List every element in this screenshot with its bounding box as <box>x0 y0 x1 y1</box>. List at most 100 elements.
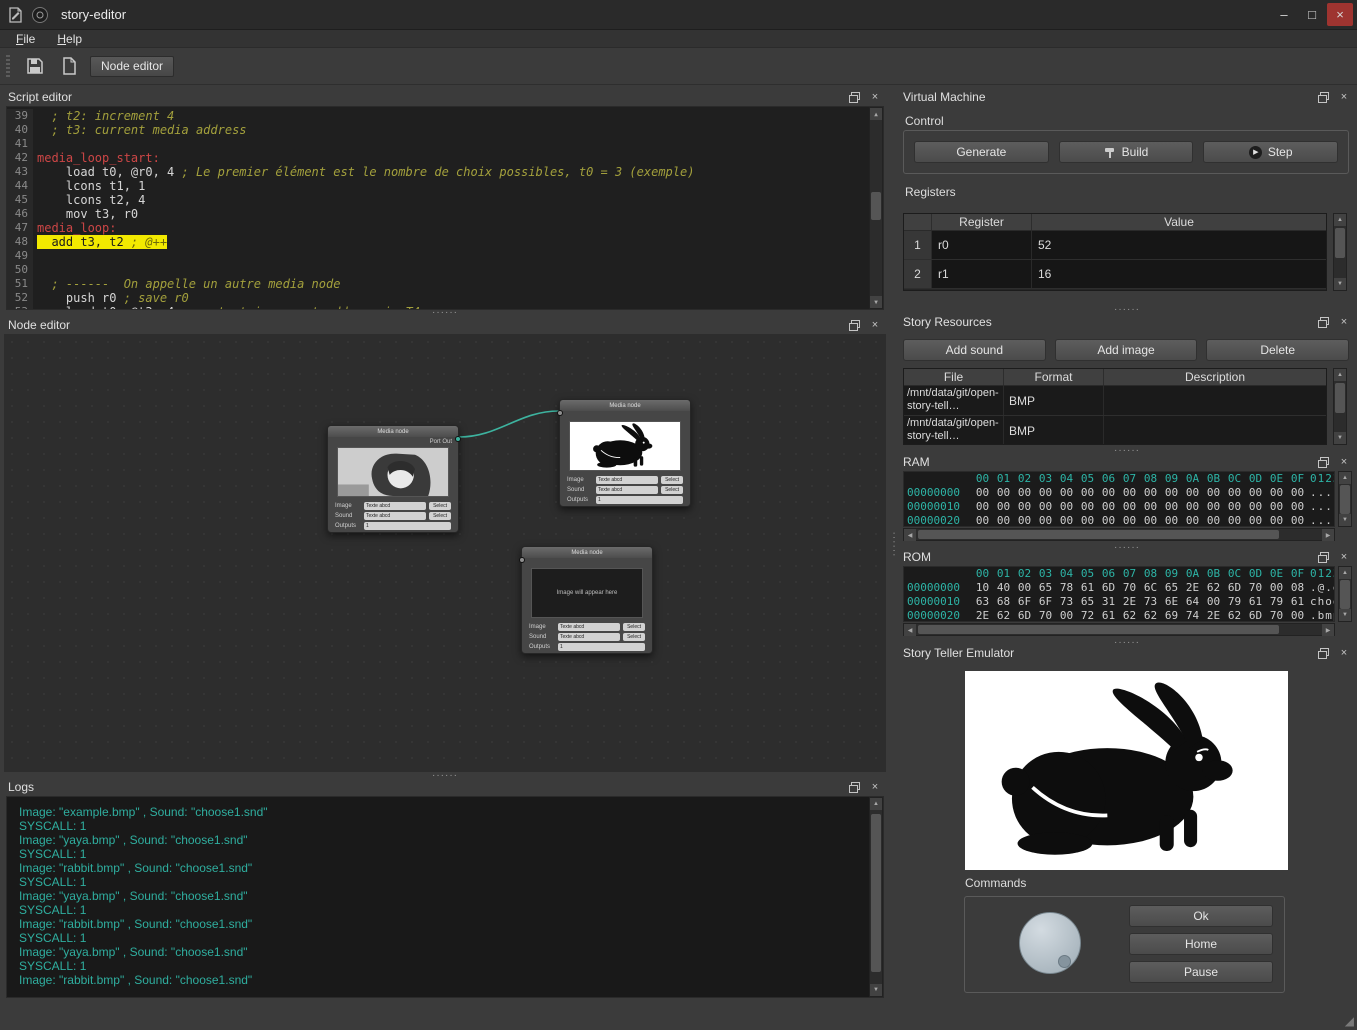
hex-byte[interactable]: 00 <box>974 500 991 514</box>
hex-byte[interactable]: 00 <box>1163 514 1180 527</box>
scroll-down-button[interactable]: ▼ <box>870 296 882 308</box>
close-dock-button[interactable]: × <box>1337 550 1351 564</box>
property-select-button[interactable]: Select <box>661 486 683 494</box>
hex-byte[interactable]: 00 <box>1058 609 1075 622</box>
delete-button[interactable]: Delete <box>1206 339 1349 361</box>
hex-byte[interactable]: 79 <box>1226 595 1243 609</box>
hex-byte[interactable]: 00 <box>1121 514 1138 527</box>
hex-byte[interactable]: 00 <box>1289 609 1306 622</box>
input-port[interactable] <box>519 557 525 563</box>
hex-byte[interactable]: 00 <box>995 514 1012 527</box>
rom-dock-titlebar[interactable]: ROM × <box>897 548 1357 566</box>
hex-byte[interactable]: 00 <box>1163 500 1180 514</box>
property-field[interactable]: Texte abcd <box>364 502 426 510</box>
hex-byte[interactable]: 00 <box>1226 514 1243 527</box>
hex-byte[interactable]: 00 <box>1289 514 1306 527</box>
hex-byte[interactable]: 40 <box>995 581 1012 595</box>
node-titlebar[interactable]: Media node <box>522 547 652 558</box>
scroll-right-button[interactable]: ▶ <box>1322 529 1334 541</box>
hex-byte[interactable]: 00 <box>1226 500 1243 514</box>
file-column-header[interactable]: File <box>904 369 1004 385</box>
rom-vertical-scrollbar[interactable]: ▲ ▼ <box>1338 566 1352 622</box>
hex-byte[interactable]: 6C <box>1142 581 1159 595</box>
hex-byte[interactable]: 00 <box>1100 514 1117 527</box>
description-column-header[interactable]: Description <box>1104 369 1326 385</box>
hex-byte[interactable]: 62 <box>1142 609 1159 622</box>
float-dock-button[interactable] <box>1315 646 1329 660</box>
add-image-button[interactable]: Add image <box>1055 339 1198 361</box>
hex-byte[interactable]: 00 <box>1268 581 1285 595</box>
rom-horizontal-scrollbar[interactable]: ◀ ▶ <box>903 623 1335 636</box>
property-select-button[interactable]: Select <box>429 502 451 510</box>
script-code-editor[interactable]: 39 ; t2: increment 4 40 ; t3: current me… <box>6 106 884 310</box>
hex-byte[interactable]: 6D <box>1016 609 1033 622</box>
hex-byte[interactable]: 00 <box>1121 500 1138 514</box>
hex-byte[interactable]: 00 <box>1205 486 1222 500</box>
hex-byte[interactable]: 00 <box>1289 486 1306 500</box>
property-select-button[interactable]: Select <box>623 623 645 631</box>
close-dock-button[interactable]: × <box>1337 90 1351 104</box>
hex-byte[interactable]: 73 <box>1142 595 1159 609</box>
hex-byte[interactable]: 64 <box>1184 595 1201 609</box>
property-field[interactable]: 1 <box>558 643 645 651</box>
scroll-left-button[interactable]: ◀ <box>904 529 916 541</box>
hex-byte[interactable]: 68 <box>995 595 1012 609</box>
hex-byte[interactable]: 6D <box>1100 581 1117 595</box>
home-button[interactable]: Home <box>1129 933 1273 955</box>
hex-byte[interactable]: 00 <box>1100 500 1117 514</box>
close-dock-button[interactable]: × <box>868 90 882 104</box>
value-column-header[interactable]: Value <box>1032 214 1326 230</box>
hex-byte[interactable]: 2E <box>1205 609 1222 622</box>
close-dock-button[interactable]: × <box>1337 455 1351 469</box>
hex-byte[interactable]: 00 <box>1163 486 1180 500</box>
scroll-up-button[interactable]: ▲ <box>870 108 882 120</box>
logs-vertical-scrollbar[interactable]: ▲ ▼ <box>869 797 883 997</box>
scroll-up-button[interactable]: ▲ <box>1339 567 1351 579</box>
ok-button[interactable]: Ok <box>1129 905 1273 927</box>
hex-byte[interactable]: 78 <box>1058 581 1075 595</box>
scrollbar-thumb[interactable] <box>918 530 1279 539</box>
resource-row[interactable]: /mnt/data/git/open-story-tell… BMP <box>904 416 1326 445</box>
ram-hex-view[interactable]: 000102030405060708090A0B0C0D0E0F01234567… <box>903 471 1335 527</box>
float-dock-button[interactable] <box>846 318 860 332</box>
rom-hex-view[interactable]: 000102030405060708090A0B0C0D0E0F01234567… <box>903 566 1335 622</box>
registers-scrollbar[interactable]: ▲ ▼ <box>1333 213 1347 291</box>
ram-dock-titlebar[interactable]: RAM × <box>897 453 1357 471</box>
hex-byte[interactable]: 10 <box>974 581 991 595</box>
scroll-up-button[interactable]: ▲ <box>1334 214 1346 226</box>
editor-vertical-scrollbar[interactable]: ▲ ▼ <box>869 107 883 309</box>
hex-byte[interactable]: 2E <box>1184 581 1201 595</box>
scrollbar-thumb[interactable] <box>1335 228 1345 258</box>
generate-button[interactable]: Generate <box>914 141 1049 163</box>
hex-byte[interactable]: 65 <box>1079 595 1096 609</box>
hex-byte[interactable]: 00 <box>1121 486 1138 500</box>
scrollbar-thumb[interactable] <box>918 625 1279 634</box>
hex-byte[interactable]: 00 <box>1079 486 1096 500</box>
export-script-button[interactable] <box>56 53 82 79</box>
register-column-header[interactable]: Register <box>932 214 1032 230</box>
logs-dock-titlebar[interactable]: Logs × <box>2 778 888 796</box>
hex-byte[interactable]: 65 <box>1163 581 1180 595</box>
scroll-left-button[interactable]: ◀ <box>904 624 916 636</box>
node-graph-canvas[interactable]: Media node Port Out Image Texte abcd Sel… <box>4 334 886 772</box>
scrollbar-thumb[interactable] <box>871 814 881 972</box>
node-editor-dock-titlebar[interactable]: Node editor × <box>2 316 888 334</box>
hex-byte[interactable]: 70 <box>1268 609 1285 622</box>
hex-byte[interactable]: 00 <box>1016 500 1033 514</box>
hex-byte[interactable]: 6D <box>1247 609 1264 622</box>
hex-byte[interactable]: 00 <box>1268 486 1285 500</box>
property-field[interactable]: Texte abcd <box>558 633 620 641</box>
hex-byte[interactable]: 61 <box>1289 595 1306 609</box>
float-dock-button[interactable] <box>1315 455 1329 469</box>
node-titlebar[interactable]: Media node <box>328 426 458 437</box>
scrollbar-thumb[interactable] <box>1335 383 1345 413</box>
hex-byte[interactable]: 00 <box>1247 500 1264 514</box>
hex-byte[interactable]: 62 <box>1121 609 1138 622</box>
node-titlebar[interactable]: Media node <box>560 400 690 411</box>
property-field[interactable]: Texte abcd <box>596 486 658 494</box>
registers-table[interactable]: Register Value 1 r0 52 2 r1 16 <box>903 213 1327 291</box>
hex-byte[interactable]: 00 <box>1058 500 1075 514</box>
menu-help[interactable]: Help <box>47 31 92 47</box>
menu-file[interactable]: File <box>6 31 45 47</box>
close-button[interactable]: × <box>1327 3 1353 26</box>
